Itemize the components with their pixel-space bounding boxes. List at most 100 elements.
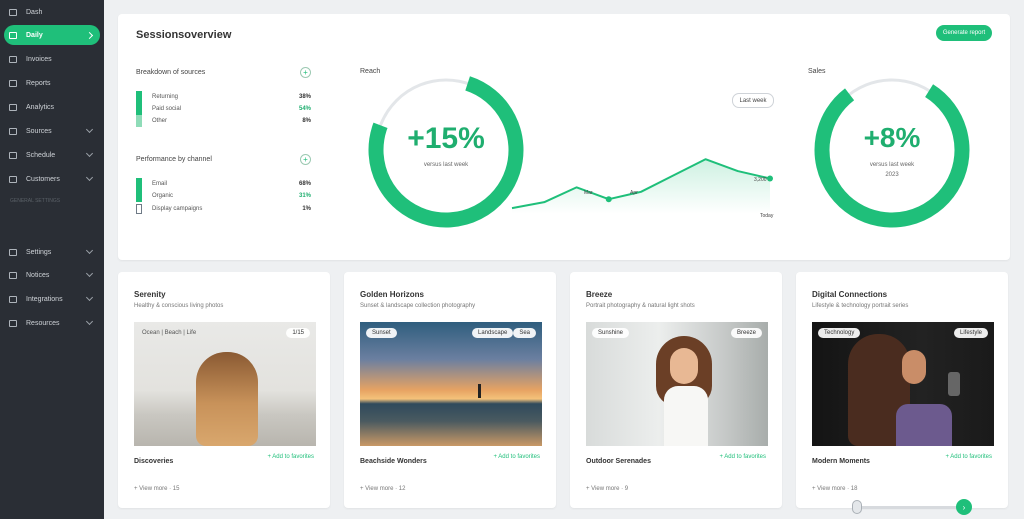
sidebar-section-label: GENERAL SETTINGS [10,198,61,204]
bell-icon [9,271,17,279]
card-title: Golden Horizons [360,290,424,299]
chart-icon [9,103,17,111]
sidebar-item-label: Dash [26,8,43,16]
users-icon [9,175,17,183]
sidebar-item-schedule[interactable]: Schedule [4,145,100,165]
card-subtitle: Lifestyle & technology portrait series [812,303,909,309]
chevron-down-icon [85,269,94,278]
trend-axis-label: Today [760,213,774,219]
sidebar-item-label: Schedule [26,151,56,159]
card-subtitle: Sunset & landscape collection photograph… [360,303,476,309]
sidebar-item-sources[interactable]: Sources [4,121,100,141]
list-item: Display campaigns 1% [136,203,311,215]
add-icon[interactable]: + [300,67,311,78]
sidebar-item-label: Settings [26,248,52,256]
photo-card[interactable]: Breeze Portrait photography & natural li… [570,272,782,508]
list-item-value: 31% [298,193,311,199]
card-image[interactable]: Technology Lifestyle [812,322,994,446]
sidebar-item-label: Daily [26,31,43,39]
list-item: Paid social 54% [136,103,311,115]
sidebar-item-resources[interactable]: Resources [4,313,100,333]
card-title: Breeze [586,290,613,299]
reach-change-value: +15% [407,122,485,155]
sales-change-value: +8% [863,122,921,153]
view-more-link[interactable]: + View more · 12 [360,486,405,492]
list-item: Returning 38% [136,91,311,103]
chevron-down-icon [85,149,94,158]
trend-end-label: 3,200 [754,177,767,183]
trend-line-chart [511,158,773,214]
sidebar-item-reports[interactable]: Reports [4,73,100,93]
sidebar-item-invoices[interactable]: Invoices [4,49,100,69]
period-select[interactable]: Last week [732,93,774,108]
sidebar-item-analytics[interactable]: Analytics [4,97,100,117]
card-title: Digital Connections [812,290,888,299]
list-item-value: 38% [298,94,311,100]
sidebar-item-daily[interactable]: Daily [4,25,100,45]
reach-change-caption: versus last week [423,162,469,168]
horizontal-scrollbar[interactable] [852,506,964,509]
generate-report-button[interactable]: Generate report [936,25,992,41]
card-image[interactable]: Sunset Landscape Sea [360,322,542,446]
sidebar-item-notices[interactable]: Notices [4,265,100,285]
calendar-icon [9,31,17,39]
sidebar-item-label: Reports [26,79,51,87]
add-to-favorites-link[interactable]: + Add to favorites [945,454,992,460]
list-item: Other 8% [136,115,311,127]
view-more-link[interactable]: + View more · 9 [586,486,628,492]
trend-data-point [605,196,612,203]
chevron-down-icon [85,246,94,255]
document-icon [9,55,17,63]
folder-icon [9,127,17,135]
chevron-down-icon [85,125,94,134]
sidebar-item-label: Analytics [26,103,55,111]
sidebar: Dash Daily Invoices Reports Analytics So… [0,0,104,519]
color-swatch [136,204,142,214]
phone-illustration [948,372,960,396]
image-count-badge: 1/15 [286,328,310,338]
person-face-illustration [670,348,698,384]
card-image[interactable]: Sunshine Breeze [586,322,768,446]
sidebar-item-settings[interactable]: Settings [4,242,100,262]
photo-card[interactable]: Golden Horizons Sunset & landscape colle… [344,272,556,508]
sales-change-year: 2023 [885,172,899,178]
add-icon[interactable]: + [300,154,311,165]
image-tag: Breeze [730,328,762,338]
channel-list-title: Performance by channel [136,156,212,163]
arrow-right-icon[interactable]: › [956,499,972,515]
color-swatch [136,190,142,202]
view-more-link[interactable]: + View more · 15 [134,486,179,492]
sources-list-title: Breakdown of sources [136,69,206,76]
photo-card[interactable]: Digital Connections Lifestyle & technolo… [796,272,1008,508]
list-item-value: 68% [298,181,311,187]
list-item-name: Email [152,181,168,187]
list-item-name: Returning [152,94,179,100]
plug-icon [9,295,17,303]
card-subtitle: Portrait photography & natural light sho… [586,303,695,309]
add-to-favorites-link[interactable]: + Add to favorites [493,454,540,460]
sidebar-item-dash[interactable]: Dash [4,2,100,22]
sidebar-item-label: Sources [26,127,52,135]
view-more-link[interactable]: + View more · 18 [812,486,857,492]
sales-change-caption: versus last week [869,162,915,168]
trend-point-label: Mar [584,190,593,196]
sidebar-item-label: Resources [26,319,60,327]
sidebar-item-integrations[interactable]: Integrations [4,289,100,309]
card-footer-title: Outdoor Serenades [586,458,651,465]
image-tag: Technology [818,328,861,338]
add-to-favorites-link[interactable]: + Add to favorites [267,454,314,460]
card-image[interactable]: Ocean | Beach | Life 1/15 [134,322,316,446]
sidebar-item-label: Invoices [26,55,52,63]
sidebar-item-customers[interactable]: Customers [4,169,100,189]
color-swatch [136,115,142,127]
sidebar-item-label: Notices [26,271,50,279]
chevron-down-icon [85,173,94,182]
trend-point-label: Apr [630,190,638,196]
scrollbar-handle[interactable] [852,500,862,514]
report-icon [9,79,17,87]
photo-card[interactable]: Serenity Healthy & conscious living phot… [118,272,330,508]
image-tag: Sunset [366,328,397,338]
person-shirt-illustration [664,386,708,446]
page-title: Sessionsoverview [136,29,232,41]
add-to-favorites-link[interactable]: + Add to favorites [719,454,766,460]
